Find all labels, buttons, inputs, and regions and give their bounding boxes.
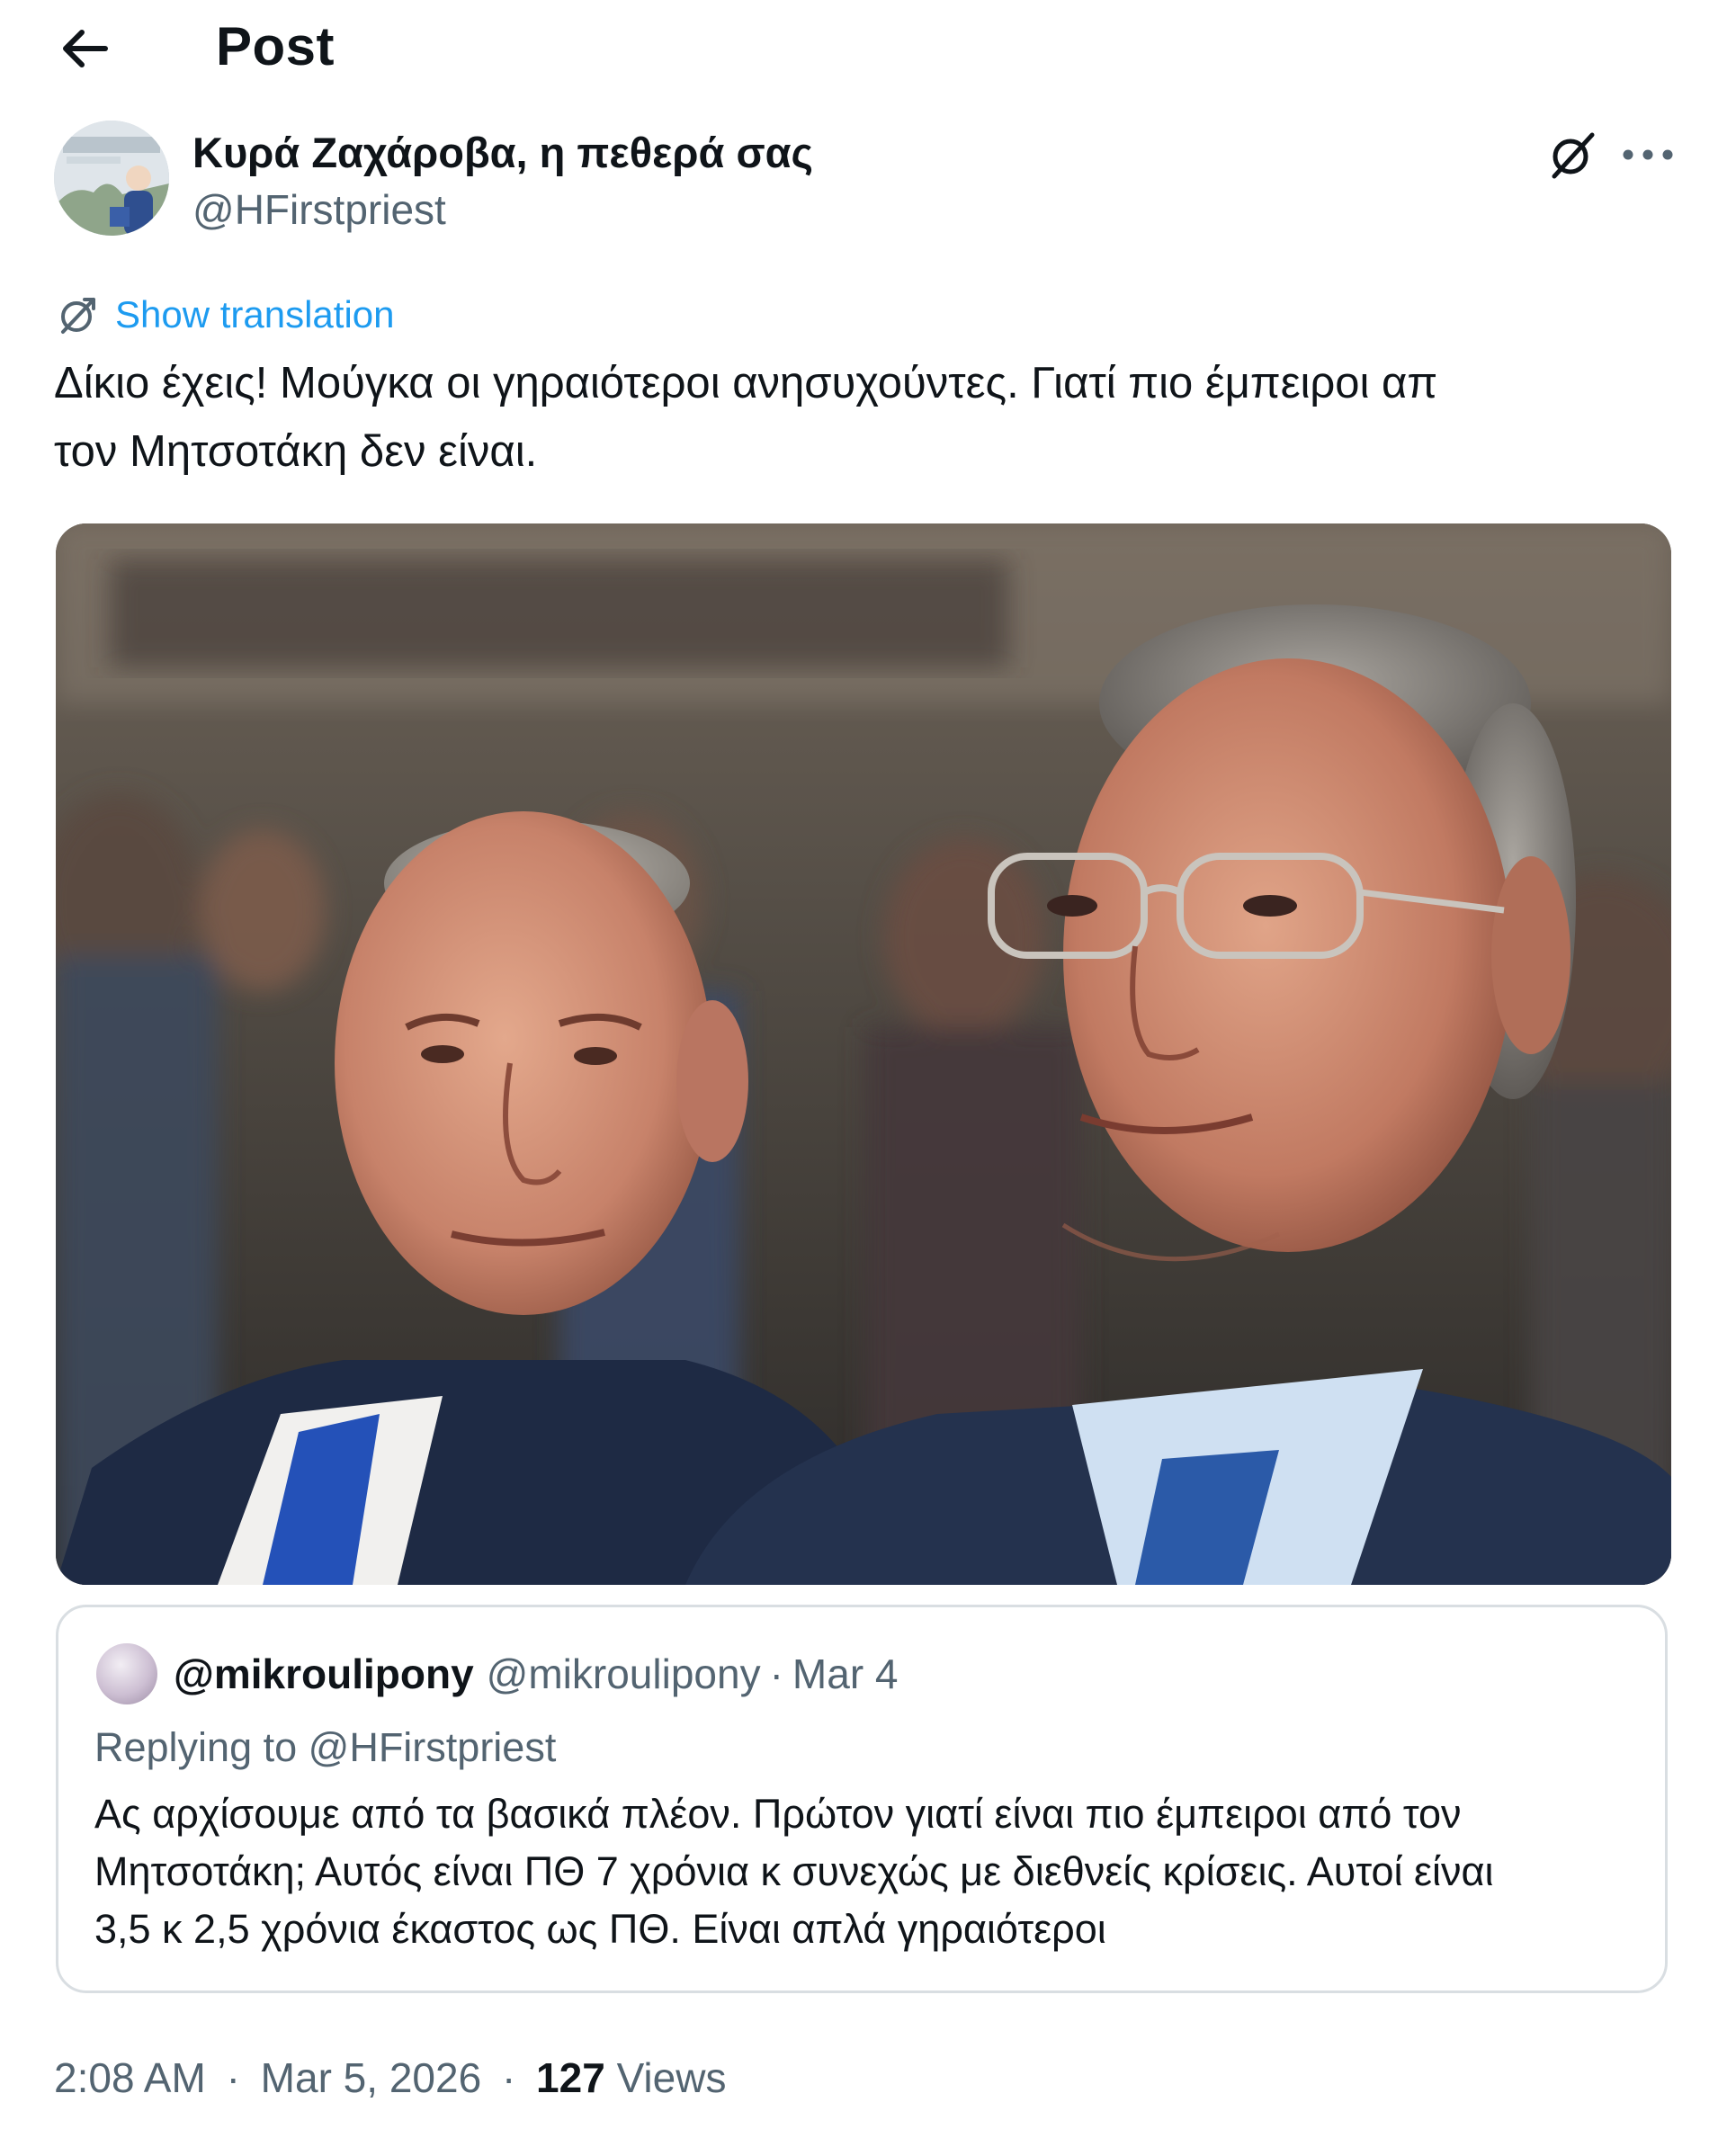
post-page: Post Κυρά Ζαχάροβα, η πεθερά σας @HFirst… (0, 0, 1727, 2156)
quote-text-line: Μητσοτάκη; Αυτός είναι ΠΘ 7 χρόνια κ συν… (94, 1848, 1494, 1894)
meta-separator: · (226, 2054, 240, 2101)
back-button[interactable] (52, 16, 117, 81)
quote-author-name[interactable]: @mikroulipony (174, 1650, 474, 1698)
quote-separator: · (769, 1651, 783, 1697)
translate-icon (61, 298, 95, 334)
views-count[interactable]: 127 (536, 2054, 605, 2101)
more-horizontal-icon (1623, 149, 1673, 160)
quote-text-line: Ας αρχίσουμε από τα βασικά πλέον. Πρώτον… (94, 1791, 1462, 1837)
views-label: Views (616, 2054, 727, 2101)
post-time[interactable]: 2:08 AM (54, 2054, 206, 2101)
author-avatar[interactable] (54, 121, 169, 236)
page-title: Post (216, 16, 336, 76)
grok-icon (1552, 132, 1595, 179)
grok-button[interactable] (1544, 126, 1601, 183)
show-translation-label[interactable]: Show translation (115, 288, 395, 342)
post-metadata: 2:08 AM · Mar 5, 2026 · 127 Views (54, 2049, 726, 2107)
tweet-text-line: Δίκιο έχεις! Μούγκα οι γηραιότεροι ανησυ… (54, 359, 1438, 407)
quoted-post[interactable]: @mikroulipony @mikroulipony · Mar 4 Repl… (56, 1605, 1668, 1993)
quote-text: Ας αρχίσουμε από τα βασικά πλέον. Πρώτον… (94, 1785, 1642, 1958)
tweet-text: Δίκιο έχεις! Μούγκα οι γηραιότεροι ανησυ… (54, 349, 1682, 486)
quote-replying-to: Replying to @HFirstpriest (94, 1724, 557, 1770)
quote-text-line: 3,5 κ 2,5 χρόνια έκαστος ως ΠΘ. Είναι απ… (94, 1906, 1106, 1952)
author-name[interactable]: Κυρά Ζαχάροβα, η πεθερά σας (192, 126, 813, 180)
show-translation-link[interactable]: Show translation (58, 288, 395, 342)
author-handle[interactable]: @HFirstpriest (192, 183, 446, 236)
post-date[interactable]: Mar 5, 2026 (261, 2054, 481, 2101)
quote-header: @mikroulipony @mikroulipony · Mar 4 (174, 1645, 899, 1703)
arrow-left-icon (63, 30, 108, 67)
tweet-text-line: τον Μητσοτάκη δεν είναι. (54, 427, 538, 476)
quote-date[interactable]: Mar 4 (792, 1650, 899, 1698)
more-options-button[interactable] (1615, 126, 1680, 183)
avatar-icon (54, 121, 169, 236)
quote-avatar[interactable] (96, 1643, 157, 1704)
quote-author-handle[interactable]: @mikroulipony (487, 1650, 761, 1698)
meta-separator: · (501, 2054, 516, 2101)
photo-image (56, 523, 1671, 1585)
tweet-media-photo[interactable] (56, 523, 1671, 1585)
